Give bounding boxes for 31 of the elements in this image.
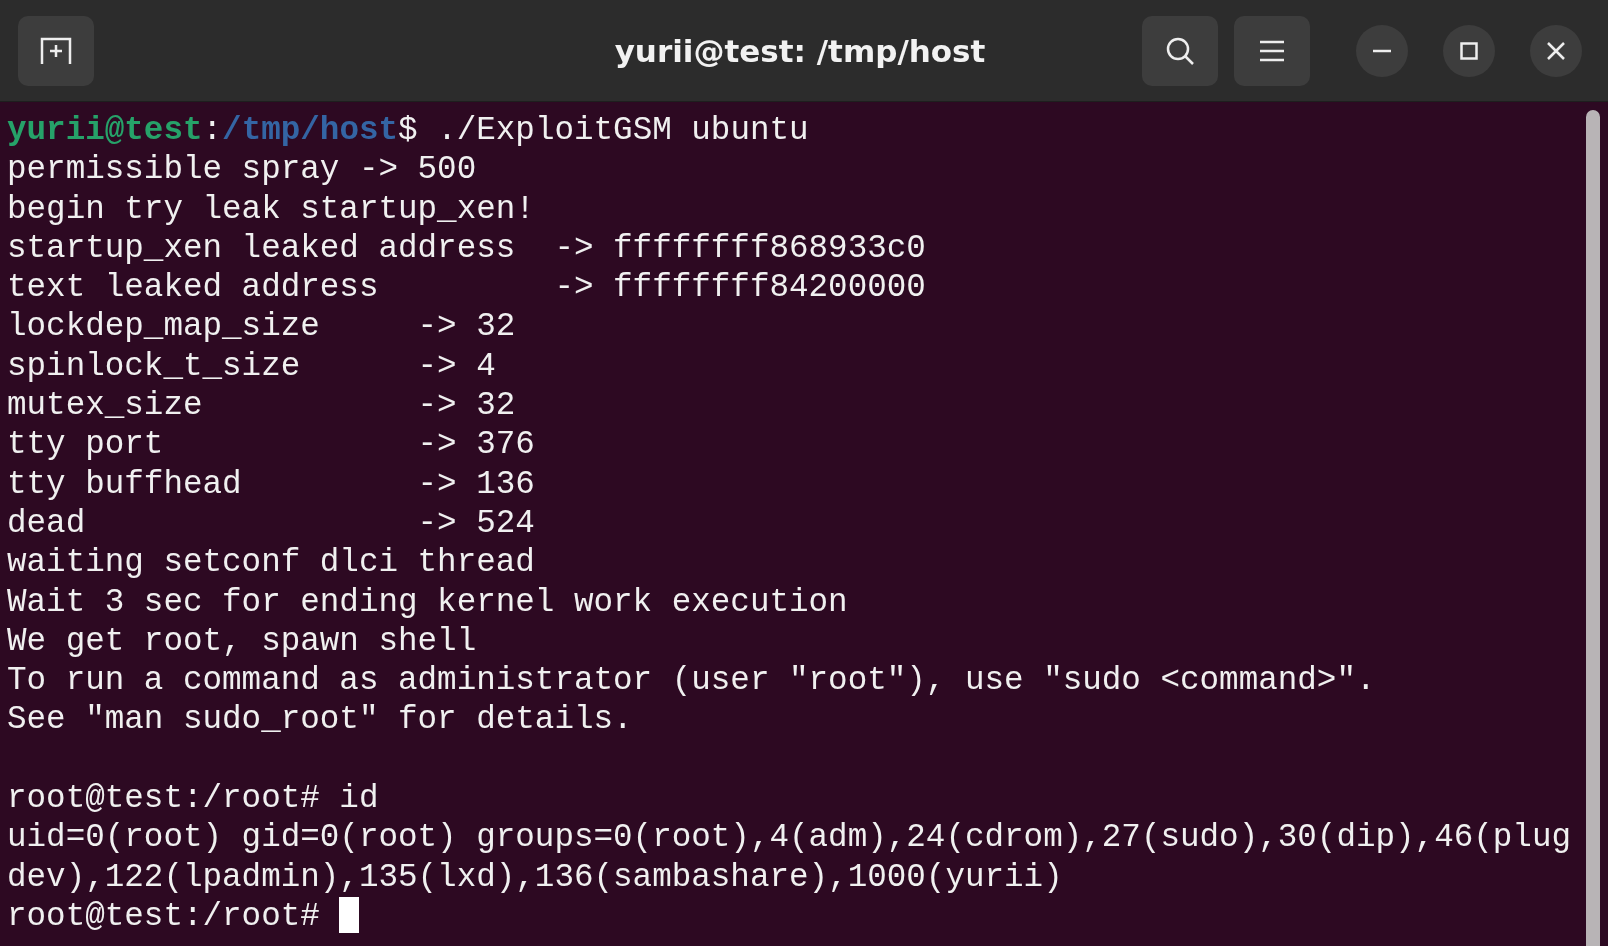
terminal-line: startup_xen leaked address -> ffffffff868933c0 [7,228,927,269]
close-icon [1547,41,1565,60]
terminal-line: To run a command as administrator (user "root"), use "sudo <command>". [7,661,1377,701]
terminal-line: begin try leak startup_xen! [7,189,536,229]
terminal-line: tty port -> 376 [7,425,536,465]
window-title: yurii@test: /tmp/host [614,32,986,69]
scrollbar[interactable] [1586,110,1600,946]
terminal-line: text leaked address -> ffffffff84200000 [7,268,927,308]
menu-button[interactable] [1234,15,1310,86]
terminal-line: dev),122(lpadmin),135(lxd),136(sambashare),1000(yurii) [7,857,1064,897]
terminal-line: See "man sudo_root" for details. [7,700,634,740]
terminal-line: root@test:/root# [7,896,1586,937]
terminal-line: Wait 3 sec for ending kernel work execution [7,582,849,622]
terminal-line: We get root, spawn shell [7,621,478,662]
terminal-line: root@test:/root# id [7,779,380,819]
terminal-line: mutex_size -> 32 [7,386,517,426]
cursor [339,896,360,933]
terminal-line: dead -> 524 [7,503,536,544]
menu-icon [1260,39,1284,62]
terminal-line: yurii@test:/tmp/host$ ./ExploitGSM ubuntu [7,111,810,151]
terminal-line: spinlock_t_size -> 4 [7,346,497,387]
search-button[interactable] [1142,15,1218,86]
terminal-line: tty buffhead -> 136 [7,464,536,504]
new-tab-button[interactable] [18,15,94,86]
terminal-line: lockdep_map_size -> 32 [7,307,517,347]
terminal-line: waiting setconf dlci thread [7,543,536,583]
new-tab-icon [39,35,73,66]
maximize-icon [1460,41,1478,60]
minimize-icon [1373,48,1391,53]
terminal-line: permissible spray -> 500 [7,150,478,190]
terminal-line: uid=0(root) gid=0(root) groups=0(root),4(adm),24(cdrom),27(sudo),30(dip),46(plug [7,818,1572,858]
